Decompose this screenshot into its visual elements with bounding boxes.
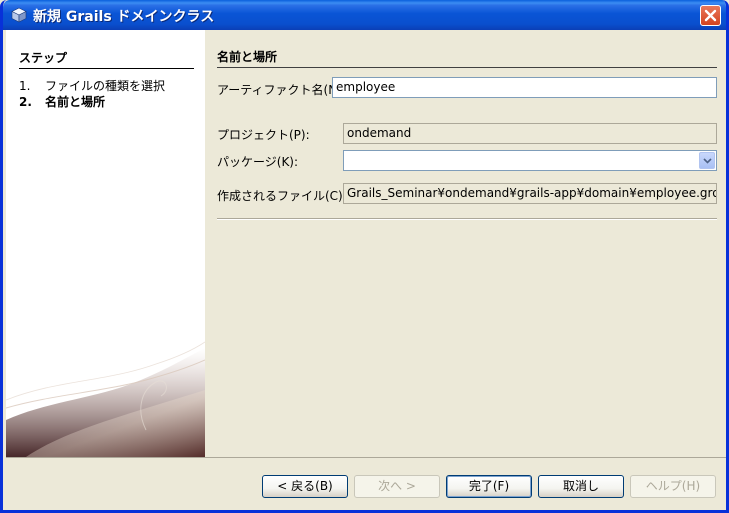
step-number: 2. [19, 95, 32, 109]
package-label: パッケージ(K): [217, 155, 299, 169]
section-title: 名前と場所 [217, 48, 717, 68]
created-file-field: Grails_Seminar¥ondemand¥grails-app¥domai… [343, 183, 717, 204]
dropdown-button[interactable] [699, 152, 715, 169]
artifact-name-label: アーティファクト名(N): [217, 83, 346, 97]
cancel-button[interactable]: 取消し [538, 475, 624, 498]
step-item: 1. ファイルの種類を選択 [19, 77, 165, 94]
package-select[interactable] [343, 150, 717, 171]
project-field: ondemand [343, 123, 717, 144]
dialog-window: 新規 Grails ドメインクラス ステップ 1. ファイルの種類を選択 2. … [0, 0, 729, 513]
window-title: 新規 Grails ドメインクラス [33, 9, 215, 25]
step-number: 1. [19, 79, 31, 93]
content-panel: 名前と場所 アーティファクト名(N): employee プロジェクト(P): … [205, 30, 726, 457]
section-divider [217, 218, 717, 220]
step-label: 名前と場所 [45, 95, 106, 109]
project-label: プロジェクト(P): [217, 128, 310, 142]
back-button[interactable]: < 戻る(B) [262, 475, 348, 498]
close-button[interactable] [700, 5, 721, 26]
finish-button[interactable]: 完了(F) [446, 475, 532, 498]
footer-divider [6, 457, 726, 458]
help-button[interactable]: ヘルプ(H) [630, 475, 716, 498]
steps-heading: ステップ [19, 49, 194, 69]
close-icon [704, 9, 717, 22]
next-button[interactable]: 次へ > [354, 475, 440, 498]
cube-icon [11, 7, 27, 23]
chevron-down-icon [703, 158, 712, 164]
title-bar[interactable]: 新規 Grails ドメインクラス [3, 0, 726, 30]
created-file-label: 作成されるファイル(C): [217, 189, 347, 203]
step-item-current: 2. 名前と場所 [19, 93, 105, 110]
artifact-name-input[interactable]: employee [332, 77, 717, 98]
steps-panel: ステップ 1. ファイルの種類を選択 2. 名前と場所 [6, 30, 205, 457]
step-label: ファイルの種類を選択 [45, 79, 166, 93]
